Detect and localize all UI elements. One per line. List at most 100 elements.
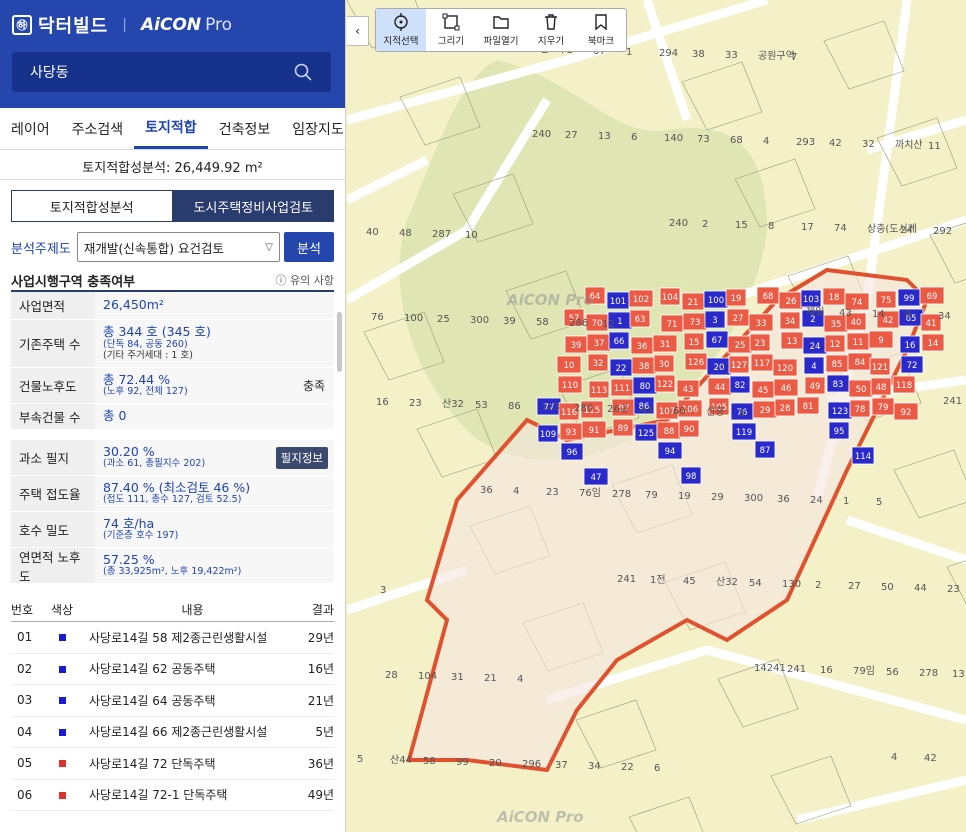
map-label: 19 — [678, 491, 691, 502]
panel-header: ㉻ 닥터빌드 | AiCON Pro — [0, 0, 345, 108]
parcel-label: 23 — [755, 339, 766, 349]
map-label: 241 — [617, 574, 636, 585]
parcel-label: 33 — [756, 319, 767, 329]
map-label: 44 — [914, 583, 927, 594]
row-no: 03 — [17, 693, 33, 708]
metric-sub-value: (과소 61, 총필지수 202) — [103, 458, 206, 470]
table-row[interactable]: 06 사당로14길 72-1 단독주택 49년 — [11, 780, 334, 811]
tab-site-map[interactable]: 임장지도 — [281, 108, 345, 149]
table-row[interactable]: 04 사당로14길 66 제2종근린생활시설 5년 — [11, 717, 334, 748]
section-title: 사업시행구역 충족여부 — [11, 274, 136, 290]
map-label: 240 — [532, 129, 551, 140]
map-label: 1전 — [650, 574, 666, 586]
parcel-label: 66 — [614, 337, 625, 347]
map-label: 278 — [919, 668, 938, 679]
search-icon[interactable] — [293, 62, 313, 82]
metric-main-value: 57.25 % — [103, 551, 155, 567]
chevron-left-icon: ‹ — [355, 24, 360, 38]
parcel-label: 19 — [731, 294, 742, 304]
collapse-panel-button[interactable]: ‹ — [347, 16, 369, 46]
tool-clear[interactable]: 지우기 — [526, 9, 576, 51]
metric-row: 과소 필지 30.20 % (과소 61, 총필지수 202) 필지정보 — [11, 440, 334, 476]
map-label: 24 — [900, 225, 913, 236]
parcel-label: 47 — [591, 473, 602, 483]
map-view[interactable]: 64 101 102 104 21 100 19 68 26 103 18 74 75 99 69 57 70 1… — [347, 0, 966, 832]
notice-link[interactable]: ⓘ 유의 사항 — [276, 272, 334, 288]
brand[interactable]: ㉻ 닥터빌드 | AiCON Pro — [12, 12, 232, 38]
parcel-label: 41 — [926, 319, 937, 329]
table-row[interactable]: 02 사당로14길 62 공동주택 16년 — [11, 654, 334, 685]
map-label: 25 — [437, 314, 450, 325]
map-label: 산32 — [442, 398, 464, 410]
tab-land-suitability[interactable]: 토지적합 — [134, 108, 208, 149]
row-result: 16년 — [307, 662, 334, 677]
parcel-label: 91 — [589, 426, 600, 436]
metrics-scrollbar[interactable] — [337, 312, 342, 372]
map-label: 3 — [380, 585, 386, 596]
col-header-color: 색상 — [50, 603, 74, 617]
map-label: 15 — [735, 220, 748, 231]
row-no: 01 — [17, 630, 33, 645]
map-label: 2 — [815, 580, 821, 591]
sub-tabs: 토지적합성분석 도시주택정비사업검토 — [11, 190, 334, 222]
parcel-label: 98 — [686, 472, 697, 482]
tab-building-info[interactable]: 건축정보 — [208, 108, 282, 149]
map-label: 14241 — [754, 663, 786, 674]
row-color — [43, 693, 81, 707]
tool-draw[interactable]: 그리기 — [426, 9, 476, 51]
subtab-urban-housing-review[interactable]: 도시주택정비사업검토 — [172, 190, 334, 222]
parcel-label: 50 — [856, 385, 867, 395]
folder-icon — [493, 16, 509, 29]
map-label: 240 — [669, 218, 688, 229]
map-canvas[interactable]: 64 101 102 104 21 100 19 68 26 103 18 74 75 99 6957 70 1… — [347, 0, 966, 832]
table-header: 번호 색상 내용 결과 — [11, 598, 334, 622]
main-tabs: 레이어 주소검색 토지적합 건축정보 임장지도 — [0, 108, 345, 150]
map-label: 31 — [451, 672, 464, 683]
metric-status — [294, 320, 334, 367]
search-input[interactable] — [30, 64, 293, 80]
parcel-label: 111 — [614, 384, 630, 394]
metric-main-value: 74 호/ha — [103, 515, 155, 531]
map-label: 100 — [404, 313, 423, 324]
parcel-info-button[interactable]: 필지정보 — [275, 446, 328, 469]
color-swatch — [58, 760, 66, 768]
draw-box-icon — [442, 13, 460, 31]
metric-value: 26,450m² — [95, 292, 294, 319]
map-label: 42 — [829, 138, 842, 149]
map-label: 99 — [456, 757, 469, 768]
topic-select[interactable]: 재개발(신속통합) 요건검토 ▽ — [76, 232, 280, 262]
parcel-label: 13 — [787, 337, 798, 347]
tool-parcel-select[interactable]: 지적선택 — [376, 9, 426, 51]
metric-value: 74 호/ha (기준층 호수 197) — [95, 512, 334, 547]
parcel-label: 101 — [610, 297, 626, 307]
table-row[interactable]: 05 사당로14길 72 단독주택 36년 — [11, 748, 334, 780]
metrics-group-a: 사업면적 26,450m² 기존주택 수 총 344 호 (345 호) (단독… — [11, 292, 342, 430]
tab-layer[interactable]: 레이어 — [0, 108, 61, 149]
map-label: 56 — [886, 667, 899, 678]
row-color — [43, 630, 81, 644]
subtab-suitability-analysis[interactable]: 토지적합성분석 — [11, 190, 173, 222]
parcel-label: 31 — [660, 340, 671, 350]
table-row[interactable]: 03 사당로14길 64 공동주택 21년 — [11, 685, 334, 717]
tool-bookmark[interactable]: 북마크 — [576, 9, 626, 51]
parcel-label: 96 — [567, 448, 578, 458]
parcel-label: 109 — [540, 430, 556, 440]
parcel-label: 12 — [830, 340, 841, 350]
map-label: 6 — [654, 763, 660, 774]
row-content: 사당로14길 72-1 단독주택 — [89, 788, 228, 803]
tab-address-search[interactable]: 주소검색 — [61, 108, 135, 149]
parcel-outline — [681, 61, 763, 131]
parcel-label: 117 — [754, 359, 770, 369]
table-row[interactable]: 01 사당로14길 58 제2종근린생활시설 29년 — [11, 622, 334, 654]
parcel-label: 79 — [878, 403, 889, 413]
parcel-label: 84 — [855, 358, 866, 368]
metric-sub-value: (기준층 호수 197) — [103, 530, 179, 542]
brand-name: 닥터빌드 — [38, 16, 109, 37]
parcel-label: 99 — [904, 294, 915, 304]
tool-open-file[interactable]: 파일열기 — [476, 9, 526, 51]
metric-label: 과소 필지 — [11, 440, 95, 475]
map-label: 38 — [692, 49, 705, 60]
map-label: 36 — [480, 485, 493, 496]
analyze-button[interactable]: 분석 — [284, 232, 334, 262]
row-color — [43, 725, 81, 739]
